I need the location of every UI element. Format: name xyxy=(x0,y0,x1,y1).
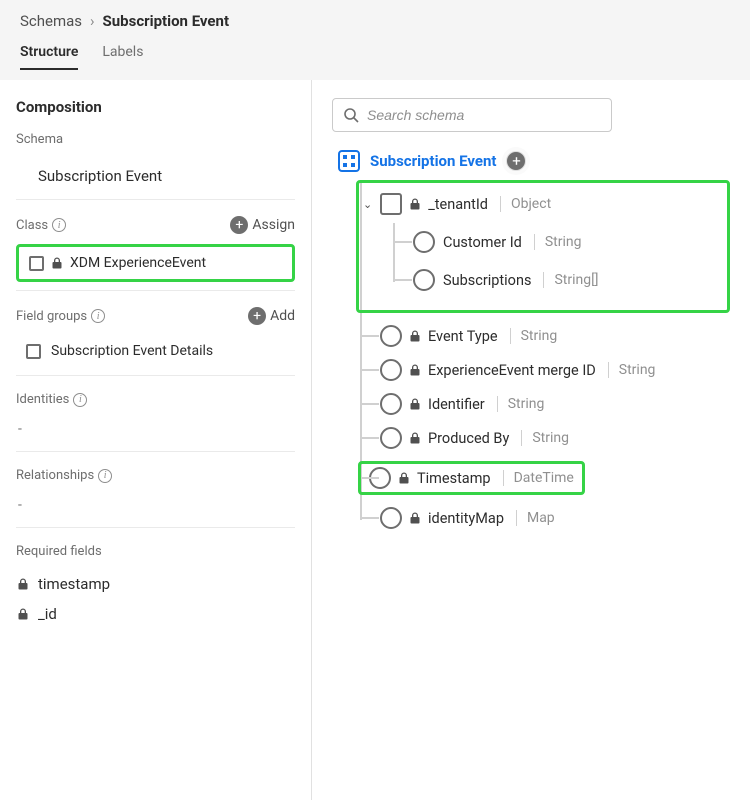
field-name: identityMap xyxy=(428,510,504,527)
field-shape-icon xyxy=(380,393,402,415)
tenant-name: _tenantId xyxy=(428,196,488,213)
field-type: String xyxy=(521,430,569,446)
identities-value: - xyxy=(16,417,295,452)
field-node[interactable]: Customer Id String xyxy=(395,223,719,261)
lock-icon xyxy=(410,512,420,524)
search-input[interactable] xyxy=(367,107,601,123)
lock-icon xyxy=(410,330,420,342)
tab-bar: Structure Labels xyxy=(20,44,730,70)
assign-label: Assign xyxy=(252,217,295,233)
lock-icon xyxy=(18,608,28,620)
lock-icon xyxy=(410,198,420,210)
add-fieldgroup-button[interactable]: + Add xyxy=(248,307,295,325)
root-node-label[interactable]: Subscription Event xyxy=(370,152,496,170)
tenant-group-highlight: ⌄ _tenantId Object Customer Id String xyxy=(356,180,730,313)
lock-icon xyxy=(52,257,62,269)
composition-heading: Composition xyxy=(16,98,295,116)
fieldgroup-row[interactable]: Subscription Event Details xyxy=(16,335,295,367)
field-type: Map xyxy=(516,510,555,526)
tab-structure[interactable]: Structure xyxy=(20,44,78,70)
object-icon xyxy=(29,256,44,271)
identities-label: Identities xyxy=(16,392,69,407)
lock-icon xyxy=(18,578,28,590)
schema-tree: Subscription Event + ⌄ _tenantId Object xyxy=(338,150,730,535)
fieldgroup-name: Subscription Event Details xyxy=(51,343,213,359)
field-type: String[] xyxy=(543,272,598,288)
field-shape-icon xyxy=(413,231,435,253)
field-node[interactable]: identityMap Map xyxy=(362,501,730,535)
required-field-name: _id xyxy=(38,605,57,623)
add-label: Add xyxy=(270,308,295,324)
object-shape-icon xyxy=(380,193,402,215)
lock-icon xyxy=(399,472,409,484)
field-name: Event Type xyxy=(428,328,498,345)
lock-icon xyxy=(410,364,420,376)
class-row[interactable]: XDM ExperienceEvent xyxy=(16,244,295,282)
field-type: String xyxy=(510,328,558,344)
tab-labels[interactable]: Labels xyxy=(102,44,143,70)
plus-icon: + xyxy=(248,307,266,325)
chevron-right-icon: › xyxy=(90,12,95,30)
field-shape-icon xyxy=(380,359,402,381)
info-icon[interactable]: i xyxy=(73,393,87,407)
field-node[interactable]: Subscriptions String[] xyxy=(395,261,719,299)
field-shape-icon xyxy=(380,507,402,529)
schema-canvas: Subscription Event + ⌄ _tenantId Object xyxy=(312,80,750,800)
field-type: String xyxy=(497,396,545,412)
add-field-button[interactable]: + xyxy=(506,151,526,171)
composition-sidebar: Composition Schema Subscription Event Cl… xyxy=(0,80,312,800)
field-name: Timestamp xyxy=(417,470,491,487)
field-name: Identifier xyxy=(428,396,485,413)
lock-icon xyxy=(410,398,420,410)
object-icon xyxy=(26,344,41,359)
tenant-node[interactable]: ⌄ _tenantId Object xyxy=(363,189,719,223)
breadcrumb-root[interactable]: Schemas xyxy=(20,12,82,30)
field-type: String xyxy=(534,234,582,250)
schema-name[interactable]: Subscription Event xyxy=(16,157,295,200)
field-name: Subscriptions xyxy=(443,272,531,289)
info-icon[interactable]: i xyxy=(91,309,105,323)
field-name: Customer Id xyxy=(443,234,522,251)
field-type: DateTime xyxy=(503,470,574,486)
fieldgroups-label: Field groups xyxy=(16,309,87,324)
field-node[interactable]: ExperienceEvent merge ID String xyxy=(362,353,730,387)
lock-icon xyxy=(410,432,420,444)
root-node-icon[interactable] xyxy=(338,150,360,172)
field-node[interactable]: Produced By String xyxy=(362,421,730,455)
schema-group-label: Schema xyxy=(16,132,63,147)
assign-class-button[interactable]: + Assign xyxy=(230,216,295,234)
required-fields-label: Required fields xyxy=(16,544,102,559)
field-name: Produced By xyxy=(428,430,509,447)
required-field-row: _id xyxy=(16,599,295,629)
timestamp-field-highlight[interactable]: Timestamp DateTime xyxy=(362,455,730,501)
field-shape-icon xyxy=(380,427,402,449)
relationships-label: Relationships xyxy=(16,468,94,483)
plus-icon: + xyxy=(230,216,248,234)
info-icon[interactable]: i xyxy=(52,218,66,232)
class-name-label: XDM ExperienceEvent xyxy=(70,255,206,271)
required-field-name: timestamp xyxy=(38,575,110,593)
required-field-row: timestamp xyxy=(16,569,295,599)
breadcrumb: Schemas › Subscription Event xyxy=(20,12,730,30)
field-name: ExperienceEvent merge ID xyxy=(428,362,596,379)
field-node[interactable]: Event Type String xyxy=(362,319,730,353)
field-shape-icon xyxy=(413,269,435,291)
breadcrumb-current: Subscription Event xyxy=(103,12,229,30)
info-icon[interactable]: i xyxy=(98,469,112,483)
field-shape-icon xyxy=(380,325,402,347)
class-group-label: Class xyxy=(16,218,48,233)
chevron-down-icon[interactable]: ⌄ xyxy=(363,198,372,211)
field-type: String xyxy=(608,362,656,378)
search-icon xyxy=(343,107,359,123)
field-node[interactable]: Identifier String xyxy=(362,387,730,421)
tenant-type: Object xyxy=(500,196,551,212)
relationships-value: - xyxy=(16,493,295,528)
search-box[interactable] xyxy=(332,98,612,132)
